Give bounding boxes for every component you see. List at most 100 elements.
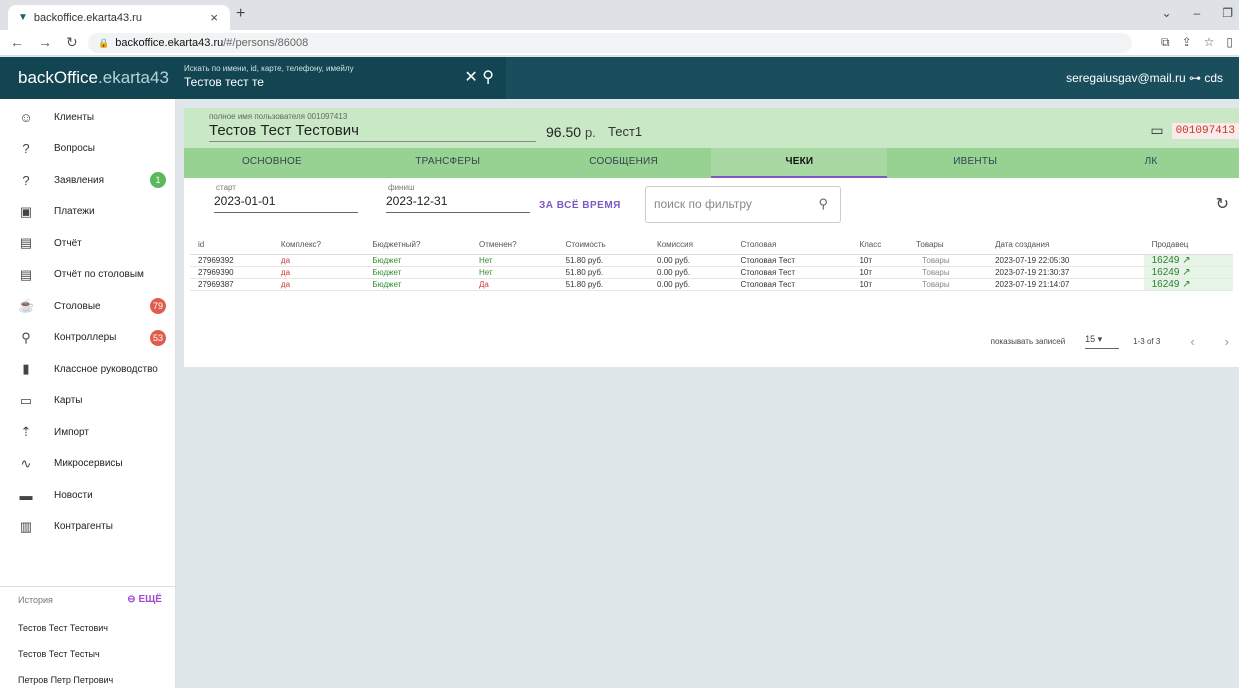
- prev-page-icon[interactable]: ‹: [1190, 334, 1194, 349]
- history-item[interactable]: Тестов Тест Тестович: [18, 623, 108, 633]
- table-row[interactable]: 27969392 да Бюджет Нет 51.80 руб. 0.00 руб. Ст…: [190, 254, 1233, 267]
- person-tab[interactable]: ЧЕКИ: [711, 148, 888, 178]
- card-icon: ▭: [1150, 122, 1164, 138]
- person-tab[interactable]: ЛК: [1063, 148, 1239, 178]
- minimize-icon[interactable]: –: [1194, 6, 1201, 20]
- back-icon[interactable]: ←: [10, 34, 24, 51]
- sidebar-item[interactable]: ▥ Контрагенты: [0, 513, 176, 541]
- card-number-value: 001097413: [1171, 122, 1239, 139]
- browser-tab[interactable]: ▼ backoffice.ekarta43.ru ×: [8, 5, 230, 30]
- url-field[interactable]: 🔒 backoffice.ekarta43.ru/#/persons/86008: [88, 33, 1132, 53]
- sidebar-item[interactable]: ▣ Платежи: [0, 198, 176, 226]
- forward-icon[interactable]: →: [38, 34, 52, 51]
- next-page-icon[interactable]: ›: [1225, 334, 1229, 349]
- close-tab-icon[interactable]: ×: [210, 10, 218, 25]
- table-cell: да: [272, 266, 365, 279]
- person-tab[interactable]: ОСНОВНОЕ: [184, 148, 360, 178]
- translate-icon[interactable]: ⧉: [1161, 35, 1170, 50]
- column-header[interactable]: Отменен?: [470, 236, 558, 255]
- reload-icon[interactable]: ↻: [66, 34, 78, 51]
- sidebar-item-label: Столовые: [54, 300, 101, 312]
- table-body: 27969392 да Бюджет Нет 51.80 руб. 0.00 руб. Ст…: [190, 254, 1233, 291]
- table-cell: Столовая Тест: [732, 254, 852, 267]
- sidebar-item[interactable]: ☕ Столовые 79: [0, 292, 176, 320]
- filter-search-input[interactable]: поиск по фильтру ⚲: [645, 186, 841, 223]
- table-cell: 0.00 руб.: [649, 278, 733, 291]
- column-header[interactable]: Товары: [908, 236, 988, 255]
- url-host: backoffice.ekarta43.ru: [115, 37, 224, 49]
- table-cell: Товары: [908, 278, 988, 291]
- fullname-label: полное имя пользователя 001097413: [209, 112, 348, 121]
- person-tab[interactable]: ИВЕНТЫ: [887, 148, 1063, 178]
- table-cell: 0.00 руб.: [649, 266, 733, 279]
- bookmark-star-icon[interactable]: ☆: [1204, 35, 1215, 50]
- sidebar-item-icon: ⚲: [21, 329, 31, 345]
- table-cell: 51.80 руб.: [557, 266, 650, 279]
- tab-search-icon[interactable]: ⌄: [1161, 6, 1171, 20]
- all-time-button[interactable]: ЗА ВСЁ ВРЕМЯ: [539, 200, 621, 211]
- restore-icon[interactable]: ❐: [1222, 6, 1233, 20]
- fullname-field[interactable]: Тестов Тест Тестович: [209, 122, 536, 142]
- global-search[interactable]: Искать по имени, id, карте, телефону, им…: [176, 57, 506, 99]
- sidebar-item[interactable]: ▤ Отчёт по столовым: [0, 261, 176, 289]
- user-account[interactable]: seregaiusgav@mail.ru ⊶ cds: [1066, 71, 1223, 85]
- card-number[interactable]: ▭ 001097413: [1150, 122, 1239, 139]
- sidebar-item[interactable]: ∿ Микросервисы: [0, 450, 176, 478]
- column-header[interactable]: Комиссия: [649, 236, 733, 255]
- sidebar-item-label: Отчёт: [54, 237, 82, 249]
- sidebar-item[interactable]: ▬ Новости: [0, 481, 176, 509]
- table-cell: Да: [470, 278, 558, 291]
- column-header[interactable]: Дата создания: [987, 236, 1144, 255]
- new-tab-icon[interactable]: +: [236, 5, 245, 23]
- table-row[interactable]: 27969390 да Бюджет Нет 51.80 руб. 0.00 руб. Ст…: [190, 266, 1233, 279]
- table-cell: Товары: [908, 266, 988, 279]
- sidebar-item[interactable]: ? Заявления 1: [0, 166, 176, 194]
- seller-link[interactable]: 16249 ↗: [1143, 278, 1233, 291]
- column-header[interactable]: Продавец: [1143, 236, 1233, 255]
- sidebar-item[interactable]: ⚲ Контроллеры 53: [0, 324, 176, 352]
- page-range: 1-3 of 3: [1133, 337, 1161, 346]
- count-badge: 79: [149, 298, 166, 314]
- table-cell: 10т: [851, 266, 909, 279]
- history-item[interactable]: Петров Петр Петрович: [18, 675, 113, 685]
- end-date-input[interactable]: 2023-12-31: [386, 194, 530, 213]
- column-header[interactable]: Столовая: [732, 236, 852, 255]
- sidebar-item[interactable]: ▭ Карты: [0, 387, 176, 415]
- sidebar-item-label: Контроллеры: [54, 332, 117, 343]
- browser-nav: ← → ↻: [10, 34, 78, 51]
- sidebar-item[interactable]: ▮ Классное руководство: [0, 355, 176, 383]
- table-cell: 10т: [851, 278, 909, 291]
- history-more-button[interactable]: ⊖ ЕЩЁ: [127, 594, 162, 605]
- logo-sub: .ekarta43: [98, 68, 169, 87]
- table-cell: 0.00 руб.: [649, 254, 733, 267]
- table-cell: 2023-07-19 21:30:37: [987, 266, 1144, 279]
- sidebar-item[interactable]: ▤ Отчёт: [0, 229, 176, 257]
- person-tab[interactable]: СООБЩЕНИЯ: [536, 148, 712, 178]
- person-tab[interactable]: ТРАНСФЕРЫ: [360, 148, 536, 178]
- sidebar-item[interactable]: ⇡ Импорт: [0, 418, 176, 446]
- column-header[interactable]: Бюджетный?: [364, 236, 471, 255]
- per-page-select[interactable]: 15 ▾: [1085, 334, 1120, 349]
- sidebar-item[interactable]: ☺ Клиенты: [0, 103, 176, 131]
- column-header[interactable]: Стоимость: [557, 236, 650, 255]
- seller-link[interactable]: 16249 ↗: [1143, 266, 1233, 279]
- table-row[interactable]: 27969387 да Бюджет Да 51.80 руб. 0.00 руб. Сто…: [190, 278, 1233, 291]
- column-header[interactable]: id: [190, 236, 273, 255]
- column-header[interactable]: Класс: [851, 236, 909, 255]
- column-header[interactable]: Комплекс?: [272, 236, 365, 255]
- sidepanel-icon[interactable]: ▯: [1226, 35, 1233, 50]
- app-logo[interactable]: backOffice.ekarta43: [0, 57, 176, 99]
- table-cell: 27969392: [190, 254, 273, 267]
- sidebar-item-label: Клиенты: [54, 111, 95, 123]
- history-item[interactable]: Тестов Тест Тестыч: [18, 649, 100, 659]
- seller-link[interactable]: 16249 ↗: [1143, 254, 1233, 267]
- start-date-input[interactable]: 2023-01-01: [214, 194, 358, 213]
- sidebar-item-icon: ?: [22, 141, 30, 156]
- share-icon[interactable]: ⇪: [1182, 35, 1192, 50]
- sidebar-item[interactable]: ? Вопросы: [0, 135, 176, 163]
- refresh-icon[interactable]: ↻: [1216, 194, 1229, 214]
- search-input[interactable]: Тестов тест те: [184, 75, 506, 89]
- history-header: История ⊖ ЕЩЁ: [0, 586, 176, 612]
- sidebar-item-icon: ▤: [19, 235, 33, 250]
- clear-search-icon[interactable]: ✕ ⚲: [464, 67, 494, 87]
